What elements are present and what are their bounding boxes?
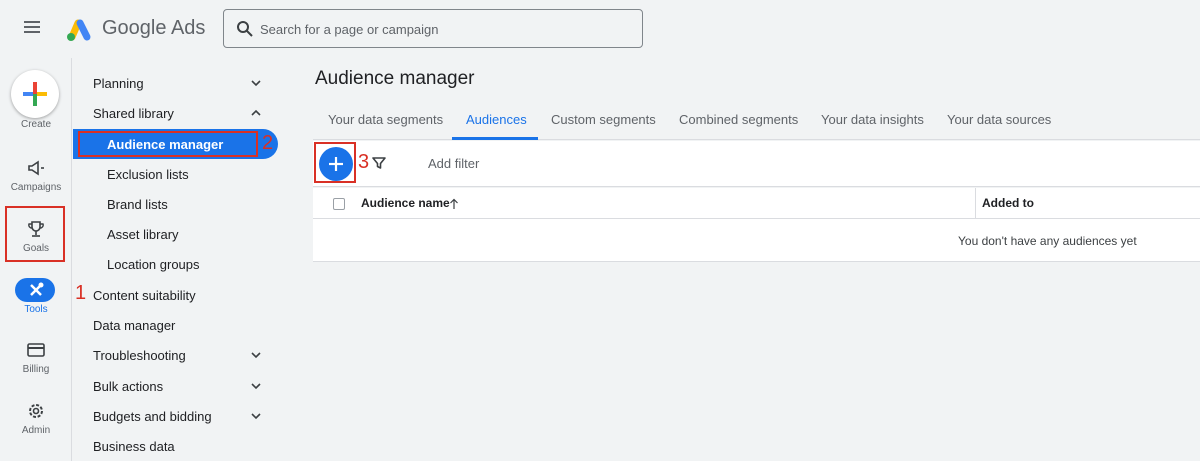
sort-arrow-up-icon[interactable] <box>449 198 459 210</box>
rail-item-admin[interactable]: Admin <box>0 397 72 453</box>
column-header-audience-name[interactable]: Audience name <box>361 196 450 210</box>
active-tab-indicator <box>452 137 538 140</box>
rail-label-tools: Tools <box>24 304 48 315</box>
rail-item-billing[interactable]: Billing <box>0 336 72 392</box>
tools-icon <box>30 282 44 296</box>
nav-label: Business data <box>93 439 175 454</box>
nav-label: Troubleshooting <box>93 348 186 363</box>
empty-state-message: You don't have any audiences yet <box>958 234 1137 248</box>
tab-your-data-segments[interactable]: Your data segments <box>328 112 443 127</box>
create-button[interactable] <box>11 70 59 118</box>
credit-card-icon <box>27 343 45 357</box>
chevron-up-icon <box>251 109 261 116</box>
nav-label: Shared library <box>93 106 174 121</box>
tools-nav-panel: Planning Shared library Audience manager… <box>73 58 280 461</box>
tab-your-data-insights[interactable]: Your data insights <box>821 112 924 127</box>
nav-item-asset-library[interactable]: Asset library <box>73 219 278 249</box>
chevron-down-icon <box>251 413 261 420</box>
gear-icon <box>29 404 43 418</box>
nav-item-planning[interactable]: Planning <box>73 68 278 98</box>
nav-item-business-data[interactable]: Business data <box>73 431 278 461</box>
column-header-added-to[interactable]: Added to <box>982 196 1034 210</box>
create-label: Create <box>20 119 51 130</box>
annotation-box-add <box>314 142 356 183</box>
nav-item-content-suitability[interactable]: Content suitability <box>73 280 278 310</box>
rail-item-campaigns[interactable]: Campaigns <box>0 154 72 210</box>
tab-your-data-sources[interactable]: Your data sources <box>947 112 1051 127</box>
google-ads-logo <box>67 19 91 41</box>
nav-label: Bulk actions <box>93 379 164 394</box>
select-all-checkbox[interactable] <box>333 198 345 210</box>
tab-combined-segments[interactable]: Combined segments <box>679 112 798 127</box>
annotation-box-tools <box>5 206 65 262</box>
annotation-number-3: 3 <box>358 151 370 173</box>
plus-icon <box>23 82 47 106</box>
nav-label: Planning <box>93 76 144 91</box>
column-divider <box>975 188 976 219</box>
chevron-down-icon <box>251 352 261 359</box>
rail-label-billing: Billing <box>22 364 50 375</box>
nav-label: Exclusion lists <box>107 167 189 182</box>
nav-item-troubleshooting[interactable]: Troubleshooting <box>73 340 278 370</box>
menu-icon[interactable] <box>24 18 44 38</box>
top-bar: Google Ads <box>0 0 1200 58</box>
nav-label: Budgets and bidding <box>93 409 212 424</box>
nav-item-budgets-and-bidding[interactable]: Budgets and bidding <box>73 401 278 431</box>
nav-label: Location groups <box>107 257 200 272</box>
tab-bar: Your data segments Audiences Custom segm… <box>313 100 1200 140</box>
nav-item-data-manager[interactable]: Data manager <box>73 310 278 340</box>
search-box[interactable] <box>223 9 643 48</box>
search-input[interactable] <box>260 18 630 40</box>
add-filter-button[interactable]: Add filter <box>428 156 479 171</box>
rail-label-admin: Admin <box>21 425 51 436</box>
search-icon <box>237 21 253 37</box>
megaphone-icon <box>28 160 44 176</box>
brand-name: Google Ads <box>102 17 206 39</box>
nav-label: Asset library <box>107 227 179 242</box>
nav-item-bulk-actions[interactable]: Bulk actions <box>73 371 278 401</box>
chevron-down-icon <box>251 383 261 390</box>
page-title: Audience manager <box>315 68 475 89</box>
annotation-box-audience-manager <box>78 131 258 157</box>
nav-label: Brand lists <box>107 197 168 212</box>
annotation-number-2: 2 <box>262 132 274 154</box>
nav-item-exclusion-lists[interactable]: Exclusion lists <box>73 159 278 189</box>
tab-custom-segments[interactable]: Custom segments <box>551 112 656 127</box>
rail-label-campaigns: Campaigns <box>10 182 62 193</box>
nav-label: Data manager <box>93 318 176 333</box>
filter-icon[interactable] <box>371 155 387 171</box>
rail-item-tools[interactable]: Tools <box>0 276 72 332</box>
chevron-down-icon <box>251 80 261 87</box>
nav-label: Content suitability <box>93 288 196 303</box>
nav-item-shared-library[interactable]: Shared library <box>73 98 278 128</box>
nav-item-brand-lists[interactable]: Brand lists <box>73 189 278 219</box>
nav-item-location-groups[interactable]: Location groups <box>73 249 278 279</box>
tab-audiences[interactable]: Audiences <box>466 112 527 127</box>
